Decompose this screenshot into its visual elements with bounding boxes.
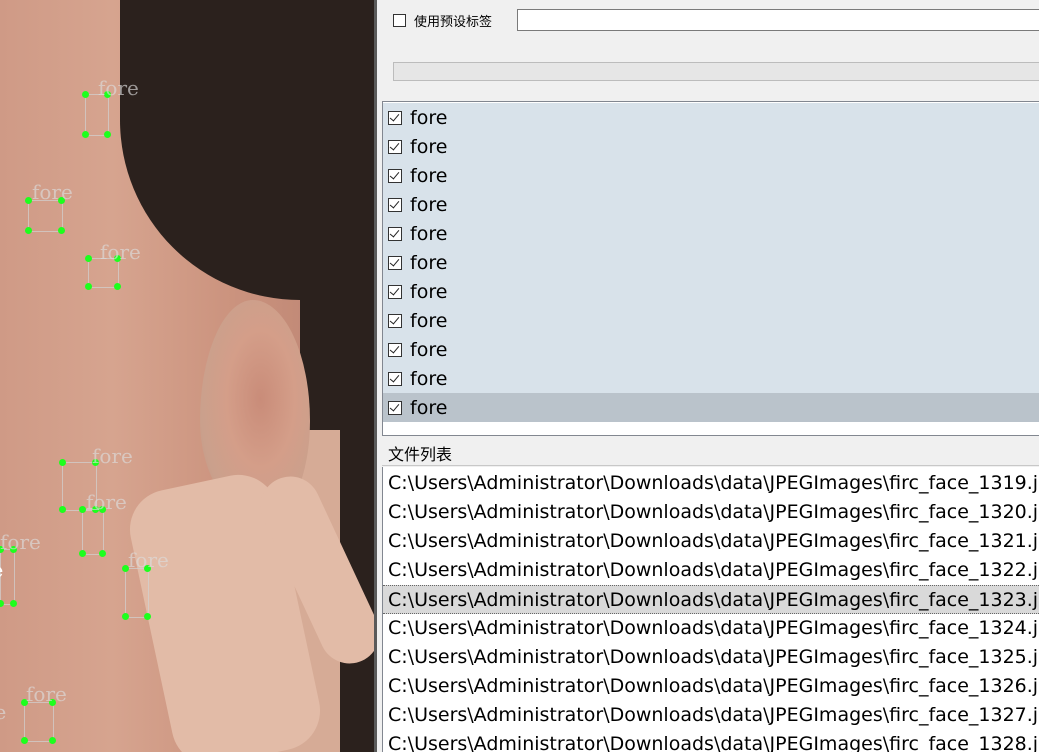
annotation-label: re xyxy=(0,558,3,582)
label-checkbox[interactable] xyxy=(388,110,402,125)
annotation-label: fore xyxy=(86,490,127,514)
label-checkbox[interactable] xyxy=(388,284,402,299)
annotation-label: fore xyxy=(98,76,139,100)
label-item-text: fore xyxy=(410,193,448,216)
annotation-corner-handle[interactable] xyxy=(82,91,89,98)
annotation-corner-handle[interactable] xyxy=(122,613,129,620)
annotation-corner-handle[interactable] xyxy=(85,283,92,290)
annotation-corner-handle[interactable] xyxy=(49,737,56,744)
label-checkbox[interactable] xyxy=(388,197,402,212)
annotation-corner-handle[interactable] xyxy=(99,550,106,557)
annotation-corner-handle[interactable] xyxy=(10,600,17,607)
preset-label-input[interactable] xyxy=(517,9,1039,31)
label-checkbox[interactable] xyxy=(388,400,402,415)
annotation-label: re xyxy=(0,700,7,724)
preset-label-checkbox[interactable]: 使用预设标签 xyxy=(393,10,492,30)
annotation-corner-handle[interactable] xyxy=(25,227,32,234)
file-list[interactable]: C:\Users\Administrator\Downloads\data\JP… xyxy=(382,467,1039,752)
label-checkbox[interactable] xyxy=(388,255,402,270)
label-list-item[interactable]: fore xyxy=(383,364,1039,393)
annotation-label: fore xyxy=(100,240,141,264)
file-list-item[interactable]: C:\Users\Administrator\Downloads\data\JP… xyxy=(383,498,1039,527)
file-list-item[interactable]: C:\Users\Administrator\Downloads\data\JP… xyxy=(383,672,1039,701)
annotation-label: fore xyxy=(128,548,169,572)
label-list-item[interactable]: fore xyxy=(383,219,1039,248)
file-list-item[interactable]: C:\Users\Administrator\Downloads\data\JP… xyxy=(383,614,1039,643)
label-checkbox[interactable] xyxy=(388,226,402,241)
annotation-corner-handle[interactable] xyxy=(59,506,66,513)
label-list-item[interactable]: fore xyxy=(383,190,1039,219)
annotation-label: fore xyxy=(26,682,67,706)
annotation-box[interactable] xyxy=(24,702,54,742)
annotation-label: fore xyxy=(0,530,41,554)
annotation-corner-handle[interactable] xyxy=(25,197,32,204)
annotation-corner-handle[interactable] xyxy=(58,227,65,234)
side-panel: 使用预设标签 fore fore fore fore fore fore fore fore f… xyxy=(377,0,1039,752)
label-checkbox[interactable] xyxy=(388,139,402,154)
label-list-item[interactable]: fore xyxy=(383,248,1039,277)
label-item-text: fore xyxy=(410,338,448,361)
label-item-text: fore xyxy=(410,135,448,158)
label-list-item[interactable]: fore xyxy=(383,306,1039,335)
preset-label-text: 使用预设标签 xyxy=(414,14,493,30)
label-item-text: fore xyxy=(410,309,448,332)
annotation-box[interactable] xyxy=(125,568,149,618)
annotation-label: fore xyxy=(32,180,73,204)
annotation-box[interactable] xyxy=(85,94,109,136)
label-checkbox[interactable] xyxy=(388,313,402,328)
label-item-text: fore xyxy=(410,164,448,187)
file-list-item[interactable]: C:\Users\Administrator\Downloads\data\JP… xyxy=(383,527,1039,556)
label-item-text: fore xyxy=(410,106,448,129)
image-canvas[interactable]: foreforeforeforeforeforereforeforere xyxy=(0,0,374,752)
file-list-item[interactable]: C:\Users\Administrator\Downloads\data\JP… xyxy=(383,469,1039,498)
checkbox-box[interactable] xyxy=(393,13,406,27)
annotation-corner-handle[interactable] xyxy=(144,613,151,620)
file-list-item[interactable]: C:\Users\Administrator\Downloads\data\JP… xyxy=(383,730,1039,752)
annotation-corner-handle[interactable] xyxy=(114,283,121,290)
annotation-corner-handle[interactable] xyxy=(82,131,89,138)
label-list-item[interactable]: fore xyxy=(383,103,1039,132)
file-list-item[interactable]: C:\Users\Administrator\Downloads\data\JP… xyxy=(383,643,1039,672)
file-list-header: 文件列表 xyxy=(382,444,1039,466)
annotation-corner-handle[interactable] xyxy=(0,600,4,607)
label-checkbox[interactable] xyxy=(388,342,402,357)
annotation-corner-handle[interactable] xyxy=(21,737,28,744)
label-list[interactable]: fore fore fore fore fore fore fore fore fore fore… xyxy=(382,101,1039,436)
annotation-corner-handle[interactable] xyxy=(59,459,66,466)
file-list-item[interactable]: C:\Users\Administrator\Downloads\data\JP… xyxy=(383,556,1039,585)
label-list-item[interactable]: fore xyxy=(383,161,1039,190)
annotation-corner-handle[interactable] xyxy=(104,131,111,138)
annotation-corner-handle[interactable] xyxy=(79,550,86,557)
progress-bar xyxy=(393,62,1039,81)
label-checkbox[interactable] xyxy=(388,168,402,183)
file-list-item[interactable]: C:\Users\Administrator\Downloads\data\JP… xyxy=(383,701,1039,730)
label-list-item[interactable]: fore xyxy=(383,335,1039,364)
annotation-label: fore xyxy=(92,444,133,468)
annotation-corner-handle[interactable] xyxy=(85,255,92,262)
label-checkbox[interactable] xyxy=(388,371,402,386)
annotation-box[interactable] xyxy=(82,509,104,555)
annotation-box[interactable] xyxy=(28,200,63,232)
label-list-item[interactable]: fore xyxy=(383,132,1039,161)
label-item-text: fore xyxy=(410,251,448,274)
annotation-corner-handle[interactable] xyxy=(79,506,86,513)
label-item-text: fore xyxy=(410,396,448,419)
label-item-text: fore xyxy=(410,222,448,245)
file-list-item[interactable]: C:\Users\Administrator\Downloads\data\JP… xyxy=(383,585,1039,614)
label-item-text: fore xyxy=(410,280,448,303)
label-item-text: fore xyxy=(410,367,448,390)
label-list-item[interactable]: fore xyxy=(383,393,1039,422)
label-list-item[interactable]: fore xyxy=(383,277,1039,306)
